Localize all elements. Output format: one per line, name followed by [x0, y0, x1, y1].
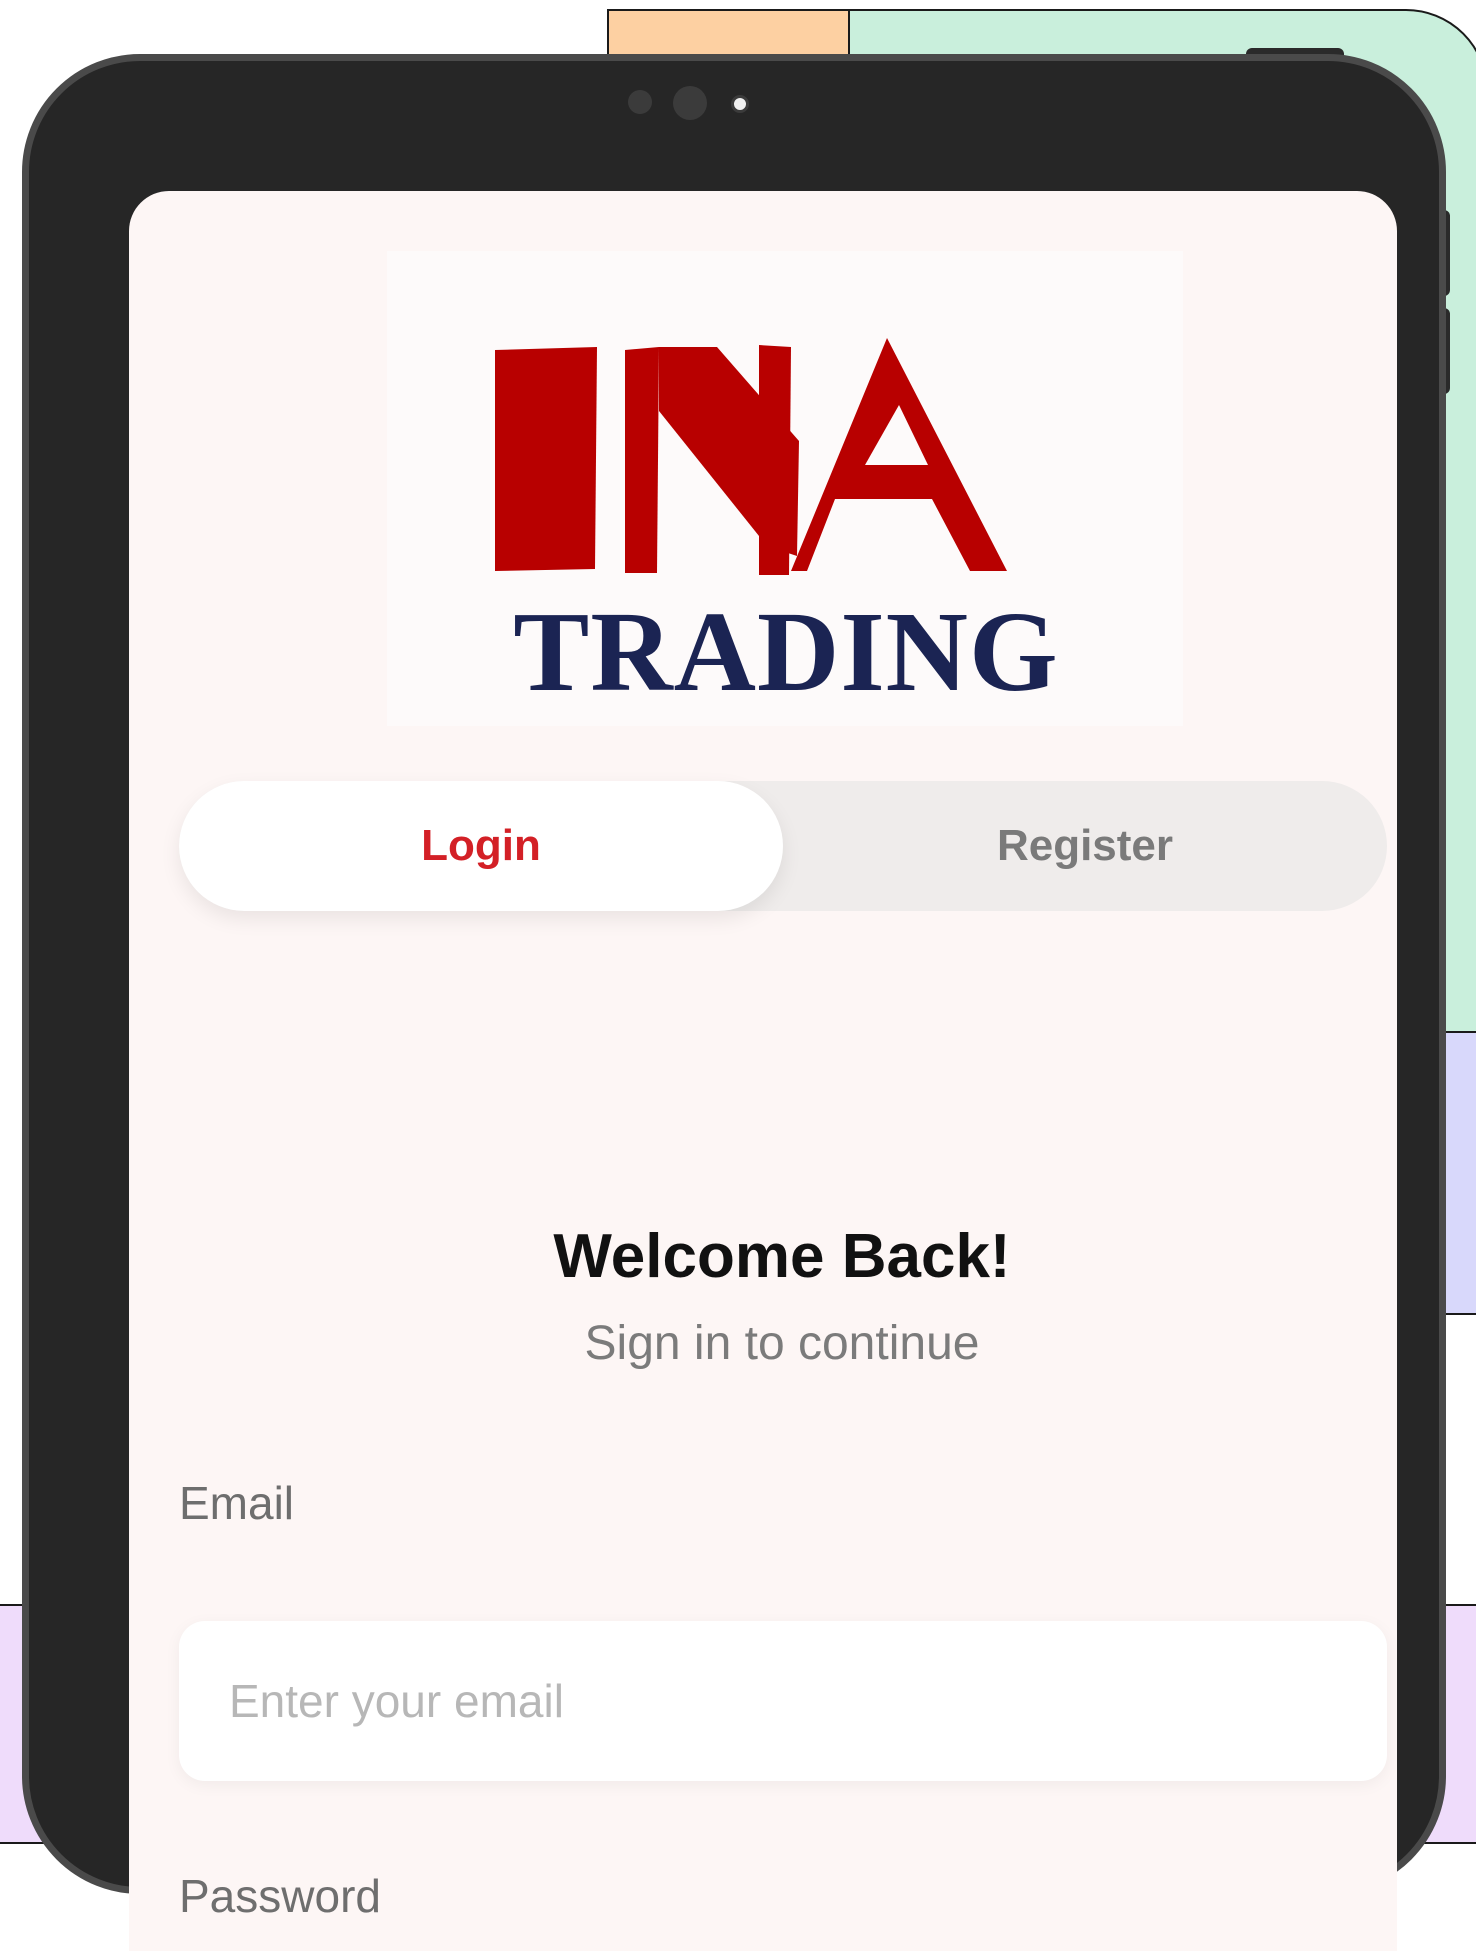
ina-logo-mark	[495, 338, 1007, 575]
email-input[interactable]	[179, 1621, 1387, 1781]
welcome-title: Welcome Back!	[553, 1222, 1011, 1291]
email-label: Email	[179, 1477, 295, 1529]
app-screen: TRADING Login Register Welcome Back! Sig…	[129, 191, 1397, 1951]
welcome-subtitle: Sign in to continue	[584, 1317, 980, 1370]
tablet-frame: TRADING Login Register Welcome Back! Sig…	[22, 54, 1446, 1951]
auth-tab-switcher: Login Register	[179, 781, 1387, 911]
password-label: Password	[179, 1870, 381, 1922]
brand-logo: TRADING	[387, 251, 1183, 726]
trading-wordmark: TRADING	[513, 588, 1059, 715]
camera-lens-icon	[731, 95, 749, 113]
camera-icon	[673, 86, 707, 120]
tab-register[interactable]: Register	[783, 781, 1387, 911]
tab-login[interactable]: Login	[179, 781, 783, 911]
sensor-icon	[628, 90, 652, 114]
